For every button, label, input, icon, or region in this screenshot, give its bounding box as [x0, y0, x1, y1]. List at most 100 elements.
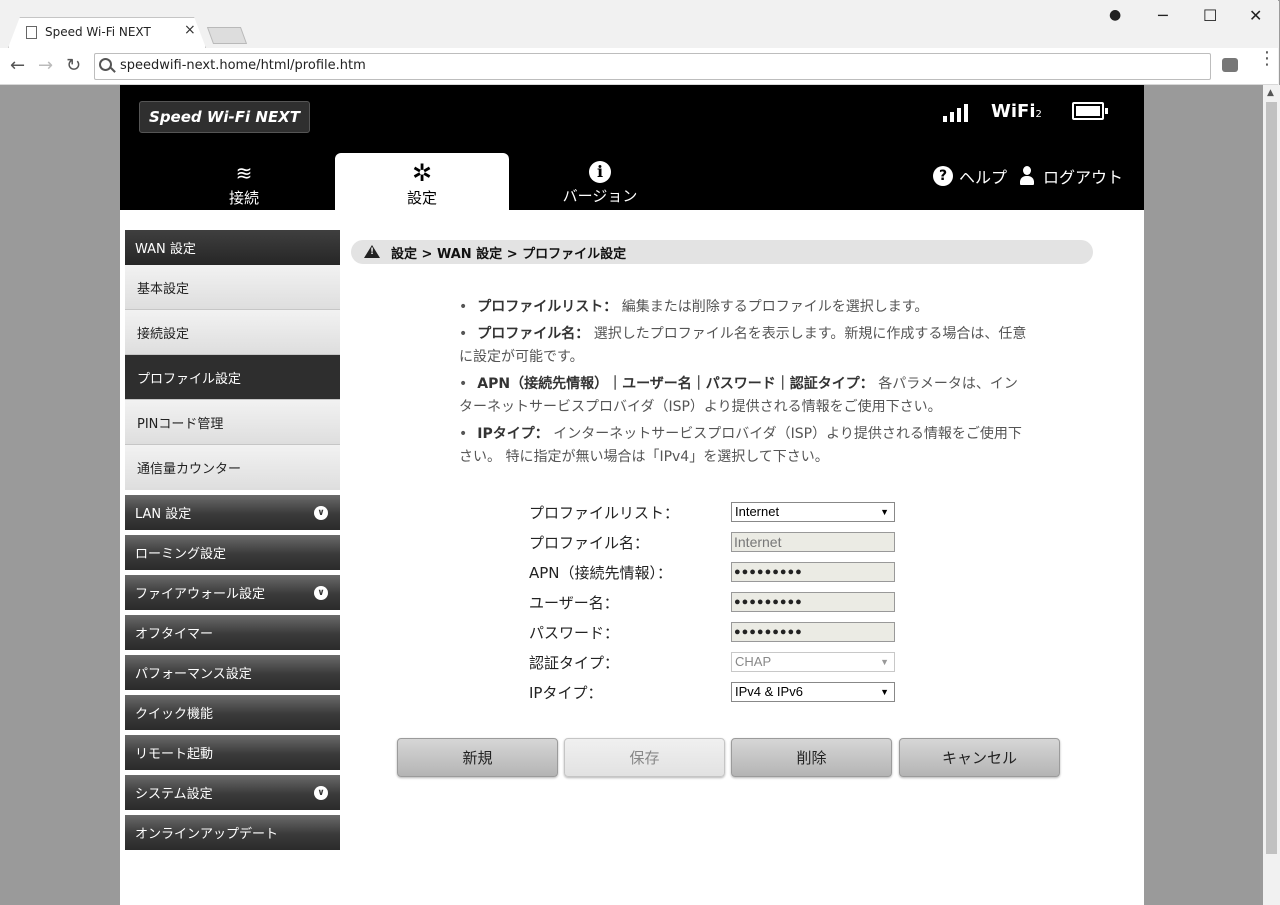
battery-icon	[1072, 102, 1108, 120]
apn-field[interactable]: ●●●●●●●●●	[731, 562, 895, 582]
username-field[interactable]: ●●●●●●●●●	[731, 592, 895, 612]
help-item: • IPタイプ： インターネットサービスプロバイダ（ISP）より提供される情報をご…	[459, 426, 1022, 465]
tab-settings[interactable]: 設定	[335, 153, 509, 210]
help-item: • プロファイル名： 選択したプロファイル名を表示します。新規に作成する場合は、任…	[459, 326, 1027, 365]
help-term: APN（接続先情報）｜ユーザー名｜パスワード｜認証タイプ：	[477, 376, 874, 392]
sidebar-item-firewall[interactable]: ファイアウォール設定 ∨	[125, 575, 340, 615]
profile-icon[interactable]: ●	[1109, 7, 1121, 23]
tab-close-icon[interactable]: ×	[184, 22, 196, 38]
sidebar-item-label: WAN 設定	[135, 242, 196, 257]
back-button[interactable]: ←	[10, 55, 25, 76]
close-window-button[interactable]: ✕	[1249, 6, 1262, 25]
sidebar-item-label: プロファイル設定	[137, 371, 242, 387]
chevron-down-icon: ∨	[314, 586, 328, 600]
forward-button[interactable]: →	[38, 55, 53, 76]
scroll-up-arrow[interactable]: ▲	[1267, 88, 1274, 98]
sidebar-item-roaming[interactable]: ローミング設定	[125, 535, 340, 575]
brand-logo: Speed Wi-Fi NEXT	[139, 101, 310, 133]
info-icon: i	[589, 161, 611, 183]
sidebar-item-traffic-counter[interactable]: 通信量カウンター	[125, 445, 340, 495]
profile-list-select[interactable]: Internet ▼	[731, 502, 895, 522]
gear-icon	[410, 161, 434, 185]
help-icon: ?	[933, 166, 953, 186]
sidebar-item-label: 基本設定	[137, 281, 190, 297]
sidebar-item-label: システム設定	[135, 787, 213, 802]
logout-link[interactable]: ログアウト	[1019, 164, 1123, 188]
sidebar-item-pin[interactable]: PINコード管理	[125, 400, 340, 445]
wifi-label: WiFi	[991, 101, 1036, 122]
sidebar-item-label: ローミング設定	[135, 547, 227, 562]
browser-menu-icon[interactable]: ⋮	[1258, 50, 1276, 68]
dropdown-arrow-icon: ▼	[880, 657, 889, 667]
auth-type-value: CHAP	[735, 654, 772, 669]
extension-icon[interactable]	[1222, 58, 1238, 72]
help-desc: 編集または削除するプロファイルを選択します。	[621, 299, 929, 315]
reload-button[interactable]: ↻	[66, 55, 81, 76]
delete-button[interactable]: 削除	[731, 738, 892, 777]
help-term: プロファイル名：	[477, 326, 590, 342]
profile-name-label: プロファイル名：	[529, 534, 650, 552]
sidebar-item-remote-wake[interactable]: リモート起動	[125, 735, 340, 775]
dropdown-arrow-icon: ▼	[880, 507, 889, 517]
sidebar-item-label: オンラインアップデート	[135, 827, 279, 842]
sidebar-item-basic[interactable]: 基本設定	[125, 265, 340, 310]
profile-list-label: プロファイルリスト：	[529, 504, 680, 522]
sidebar-item-profile[interactable]: プロファイル設定	[125, 355, 340, 400]
search-icon	[99, 58, 112, 71]
sidebar-item-label: クイック機能	[135, 707, 214, 722]
cancel-button[interactable]: キャンセル	[899, 738, 1060, 777]
auth-type-label: 認証タイプ：	[529, 654, 620, 672]
warning-icon	[364, 245, 380, 258]
password-field[interactable]: ●●●●●●●●●	[731, 622, 895, 642]
username-label: ユーザー名：	[529, 594, 619, 612]
scrollbar-thumb[interactable]	[1266, 102, 1277, 854]
logout-label: ログアウト	[1043, 168, 1124, 187]
sidebar-item-label: PINコード管理	[137, 416, 224, 432]
sidebar-item-performance[interactable]: パフォーマンス設定	[125, 655, 340, 695]
wifi-icon: ≋	[235, 161, 253, 185]
ip-type-select[interactable]: IPv4 & IPv6 ▼	[731, 682, 895, 702]
tab-connection-label: 接続	[228, 189, 259, 207]
sidebar-item-label: 通信量カウンター	[137, 462, 242, 477]
sidebar-item-system[interactable]: システム設定 ∨	[125, 775, 340, 815]
tab-version[interactable]: i バージョン	[513, 153, 687, 210]
sidebar-item-online-update[interactable]: オンラインアップデート	[125, 815, 340, 855]
password-label: パスワード：	[529, 624, 620, 642]
tab-title: Speed Wi-Fi NEXT	[45, 25, 151, 39]
ip-type-value: IPv4 & IPv6	[735, 684, 803, 699]
new-button[interactable]: 新規	[397, 738, 558, 777]
auth-type-select[interactable]: CHAP ▼	[731, 652, 895, 672]
sidebar-item-off-timer[interactable]: オフタイマー	[125, 615, 340, 655]
url-text[interactable]: speedwifi-next.home/html/profile.htm	[120, 58, 366, 73]
chevron-down-icon: ∨	[314, 786, 328, 800]
new-tab-button[interactable]	[206, 27, 248, 44]
profile-name-field[interactable]: Internet	[731, 532, 895, 552]
save-button[interactable]: 保存	[564, 738, 725, 777]
profile-list-value: Internet	[735, 504, 780, 519]
apn-label: APN（接続先情報）：	[529, 564, 673, 582]
sidebar-item-lan[interactable]: LAN 設定 ∨	[125, 495, 340, 535]
page-icon	[26, 26, 37, 39]
tab-version-label: バージョン	[562, 187, 638, 205]
user-icon	[1019, 166, 1035, 186]
help-item: • APN（接続先情報）｜ユーザー名｜パスワード｜認証タイプ： 各パラメータは、イ…	[459, 376, 1018, 415]
sidebar-item-connection[interactable]: 接続設定	[125, 310, 340, 355]
sidebar-item-wan[interactable]: WAN 設定	[125, 230, 340, 270]
chevron-down-icon: ∨	[314, 506, 328, 520]
breadcrumb: 設定 > WAN 設定 > プロファイル設定	[351, 240, 1093, 264]
sidebar-item-quick[interactable]: クイック機能	[125, 695, 340, 735]
sidebar-item-label: リモート起動	[135, 747, 214, 762]
wifi-status-icon: WiFi2	[991, 101, 1042, 122]
help-term: IPタイプ：	[477, 426, 549, 442]
breadcrumb-text: 設定 > WAN 設定 > プロファイル設定	[391, 246, 627, 262]
ip-type-label: IPタイプ：	[529, 684, 603, 702]
sidebar-item-label: 接続設定	[137, 326, 190, 342]
tab-connection[interactable]: ≋ 接続	[157, 153, 331, 210]
dropdown-arrow-icon: ▼	[880, 687, 889, 697]
help-term: プロファイルリスト：	[477, 299, 618, 315]
help-item: • プロファイルリスト： 編集または削除するプロファイルを選択します。	[459, 299, 929, 315]
help-link[interactable]: ? ヘルプ	[933, 164, 1007, 188]
signal-strength-icon	[943, 104, 971, 122]
maximize-button[interactable]: ☐	[1203, 6, 1217, 25]
minimize-button[interactable]: ─	[1158, 6, 1168, 25]
